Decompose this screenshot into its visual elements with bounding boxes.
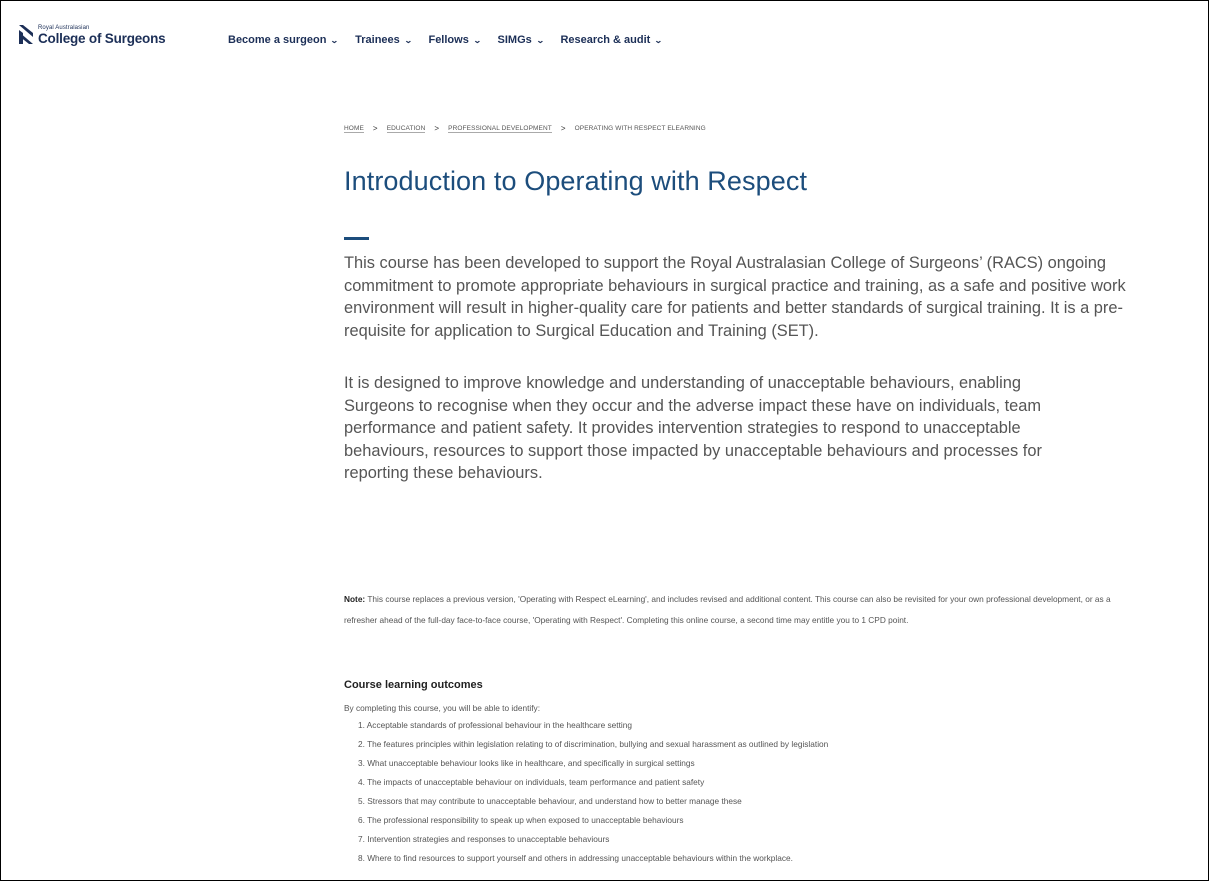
racs-logo[interactable]: Royal Australasian College of Surgeons (19, 25, 166, 46)
chevron-down-icon: ⌄ (535, 35, 545, 45)
nav-fellows[interactable]: Fellows ⌄ (428, 34, 482, 46)
note-text: This course replaces a previous version,… (344, 594, 1111, 625)
breadcrumb-separator: > (372, 124, 378, 133)
nav-label: Fellows (428, 34, 469, 46)
nav-trainees[interactable]: Trainees ⌄ (355, 34, 413, 46)
nav-label: Become a surgeon (228, 34, 327, 46)
list-item: 3. What unacceptable behaviour looks lik… (358, 758, 695, 768)
breadcrumb-separator: > (560, 124, 566, 133)
list-item: 8. Where to find resources to support yo… (358, 853, 793, 863)
intro-paragraph-1: This course has been developed to suppor… (344, 254, 1126, 340)
nav-research-audit[interactable]: Research & audit ⌄ (560, 34, 664, 46)
note-label: Note: (344, 594, 366, 604)
logo-title: College of Surgeons (38, 31, 166, 46)
outcomes-heading: Course learning outcomes (344, 679, 483, 691)
outcomes-intro: By completing this course, you will be a… (344, 703, 540, 713)
list-item: 4. The impacts of unacceptable behaviour… (358, 777, 705, 787)
nav-label: SIMGs (497, 34, 532, 46)
breadcrumb-separator: > (434, 124, 440, 133)
racs-logo-icon (19, 25, 33, 44)
breadcrumb-education[interactable]: EDUCATION (386, 125, 426, 133)
list-item: 6. The professional responsibility to sp… (358, 815, 684, 825)
page: Royal Australasian College of Surgeons B… (0, 0, 1209, 881)
nav-label: Trainees (355, 34, 400, 46)
logo-text: Royal Australasian College of Surgeons (38, 25, 166, 46)
breadcrumb-professional-development[interactable]: PROFESSIONAL DEVELOPMENT (448, 125, 552, 133)
breadcrumb: HOME > EDUCATION > PROFESSIONAL DEVELOPM… (344, 124, 706, 133)
list-item: 1. Acceptable standards of professional … (358, 720, 632, 730)
page-title: Introduction to Operating with Respect (344, 166, 808, 196)
list-item: 7. Intervention strategies and responses… (358, 834, 610, 844)
intro-paragraph-2: It is designed to improve knowledge and … (344, 374, 1042, 483)
title-underline (344, 237, 369, 240)
chevron-down-icon: ⌄ (403, 35, 413, 45)
nav-become-a-surgeon[interactable]: Become a surgeon ⌄ (228, 34, 340, 46)
nav-label: Research & audit (560, 34, 651, 46)
chevron-down-icon: ⌄ (654, 35, 664, 45)
course-note: Note: This course replaces a previous ve… (344, 589, 1134, 631)
outcomes-list: 1. Acceptable standards of professional … (358, 716, 828, 868)
chevron-down-icon: ⌄ (472, 35, 482, 45)
list-item: 5. Stressors that may contribute to unac… (358, 796, 742, 806)
breadcrumb-home[interactable]: HOME (344, 125, 364, 133)
breadcrumb-current: OPERATING WITH RESPECT ELEARNING (574, 125, 706, 132)
nav-simgs[interactable]: SIMGs ⌄ (497, 34, 545, 46)
list-item: 2. The features principles within legisl… (358, 739, 829, 749)
main-nav: Become a surgeon ⌄ Trainees ⌄ Fellows ⌄ … (228, 34, 679, 46)
chevron-down-icon: ⌄ (330, 35, 340, 45)
site-header: Royal Australasian College of Surgeons B… (1, 1, 1208, 61)
